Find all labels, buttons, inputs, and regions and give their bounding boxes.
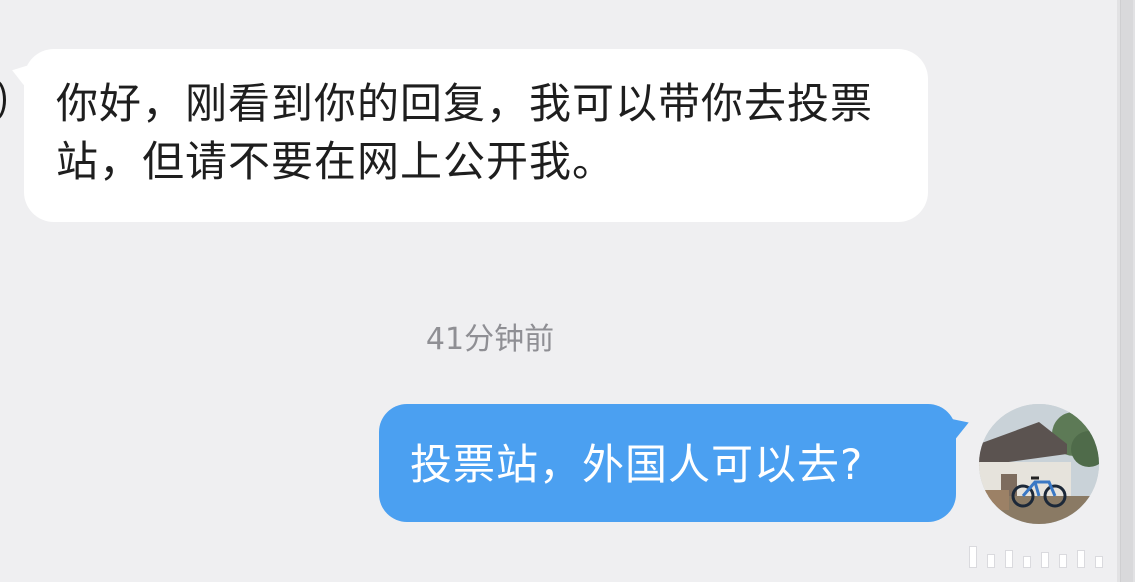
bubble-tail [947, 411, 973, 439]
outgoing-message-bubble[interactable]: 投票站，外国人可以去? [379, 404, 973, 522]
incoming-message-bubble[interactable]: 你好，刚看到你的回复，我可以带你去投票站，但请不要在网上公开我。 [8, 49, 928, 222]
watermark [965, 540, 1125, 574]
sender-avatar[interactable] [0, 80, 6, 120]
scrollbar[interactable] [1117, 0, 1135, 582]
chat-area: 你好，刚看到你的回复，我可以带你去投票站，但请不要在网上公开我。 41分钟前 投… [0, 0, 1117, 582]
user-avatar[interactable] [979, 404, 1099, 524]
message-timestamp: 41分钟前 [425, 322, 555, 357]
scrollbar-thumb[interactable] [1120, 0, 1133, 582]
incoming-message-text: 你好，刚看到你的回复，我可以带你去投票站，但请不要在网上公开我。 [56, 79, 874, 186]
avatar-photo-icon [979, 404, 1099, 524]
outgoing-message-text: 投票站，外国人可以去? [410, 440, 864, 489]
bubble-tail [8, 58, 32, 86]
